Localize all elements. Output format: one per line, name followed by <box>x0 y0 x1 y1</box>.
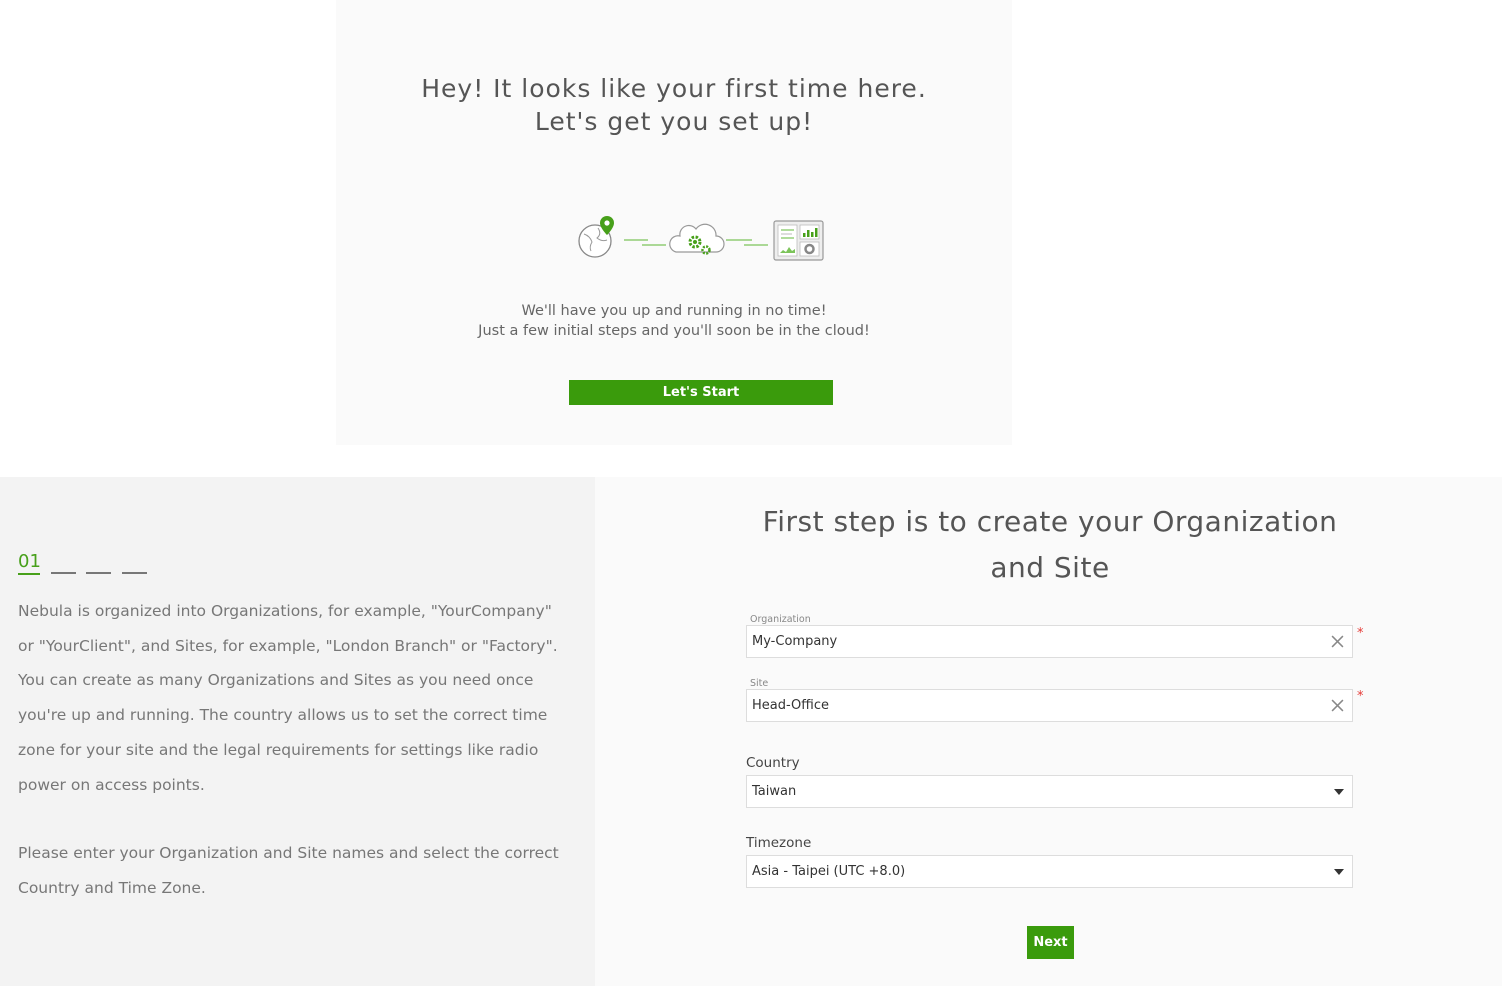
timezone-label: Timezone <box>746 835 812 851</box>
description-paragraph-2: Please enter your Organization and Site … <box>18 844 559 897</box>
country-select[interactable]: Taiwan <box>746 775 1353 808</box>
step-current: 01 <box>18 552 41 575</box>
globe-location-icon <box>578 216 614 258</box>
dashboard-icon <box>773 220 824 261</box>
welcome-panel: Hey! It looks like your first time here.… <box>336 0 1012 445</box>
clear-organization-icon[interactable] <box>1331 635 1344 648</box>
chevron-down-icon <box>1334 869 1344 875</box>
next-button[interactable]: Next <box>1027 926 1074 959</box>
step-dash-3 <box>86 572 111 574</box>
site-field <box>746 689 1353 722</box>
description-paragraph-1: Nebula is organized into Organizations, … <box>18 602 558 794</box>
connector-line-2 <box>726 239 768 246</box>
clear-site-icon[interactable] <box>1331 699 1344 712</box>
site-required-mark: * <box>1357 689 1364 704</box>
welcome-subtext-line2: Just a few initial steps and you'll soon… <box>478 323 870 339</box>
setup-form: First step is to create your Organizatio… <box>595 477 1502 986</box>
step-dash-2 <box>51 572 76 574</box>
welcome-heading-line2: Let's get you set up! <box>534 107 814 136</box>
site-input[interactable] <box>747 690 1322 721</box>
connector-line-1 <box>624 239 666 246</box>
step-dash-4 <box>122 572 147 574</box>
welcome-heading-line1: Hey! It looks like your first time here. <box>421 74 927 103</box>
lets-start-button[interactable]: Let's Start <box>569 380 833 405</box>
cloud-gears-icon <box>669 223 725 255</box>
organization-input[interactable] <box>747 626 1322 657</box>
timezone-select[interactable]: Asia - Taipei (UTC +8.0) <box>746 855 1353 888</box>
instructions-pane: 01 Nebula is organized into Organization… <box>0 477 595 986</box>
country-label: Country <box>746 755 800 771</box>
setup-illustration <box>578 216 824 261</box>
form-title: First step is to create your Organizatio… <box>762 505 1338 584</box>
organization-field <box>746 625 1353 658</box>
organization-label: Organization <box>750 614 811 625</box>
welcome-subtext-line1: We'll have you up and running in no time… <box>521 303 827 319</box>
timezone-value: Asia - Taipei (UTC +8.0) <box>752 864 906 879</box>
site-label: Site <box>750 678 769 689</box>
country-value: Taiwan <box>752 784 797 799</box>
chevron-down-icon <box>1334 789 1344 795</box>
organization-required-mark: * <box>1357 626 1364 641</box>
